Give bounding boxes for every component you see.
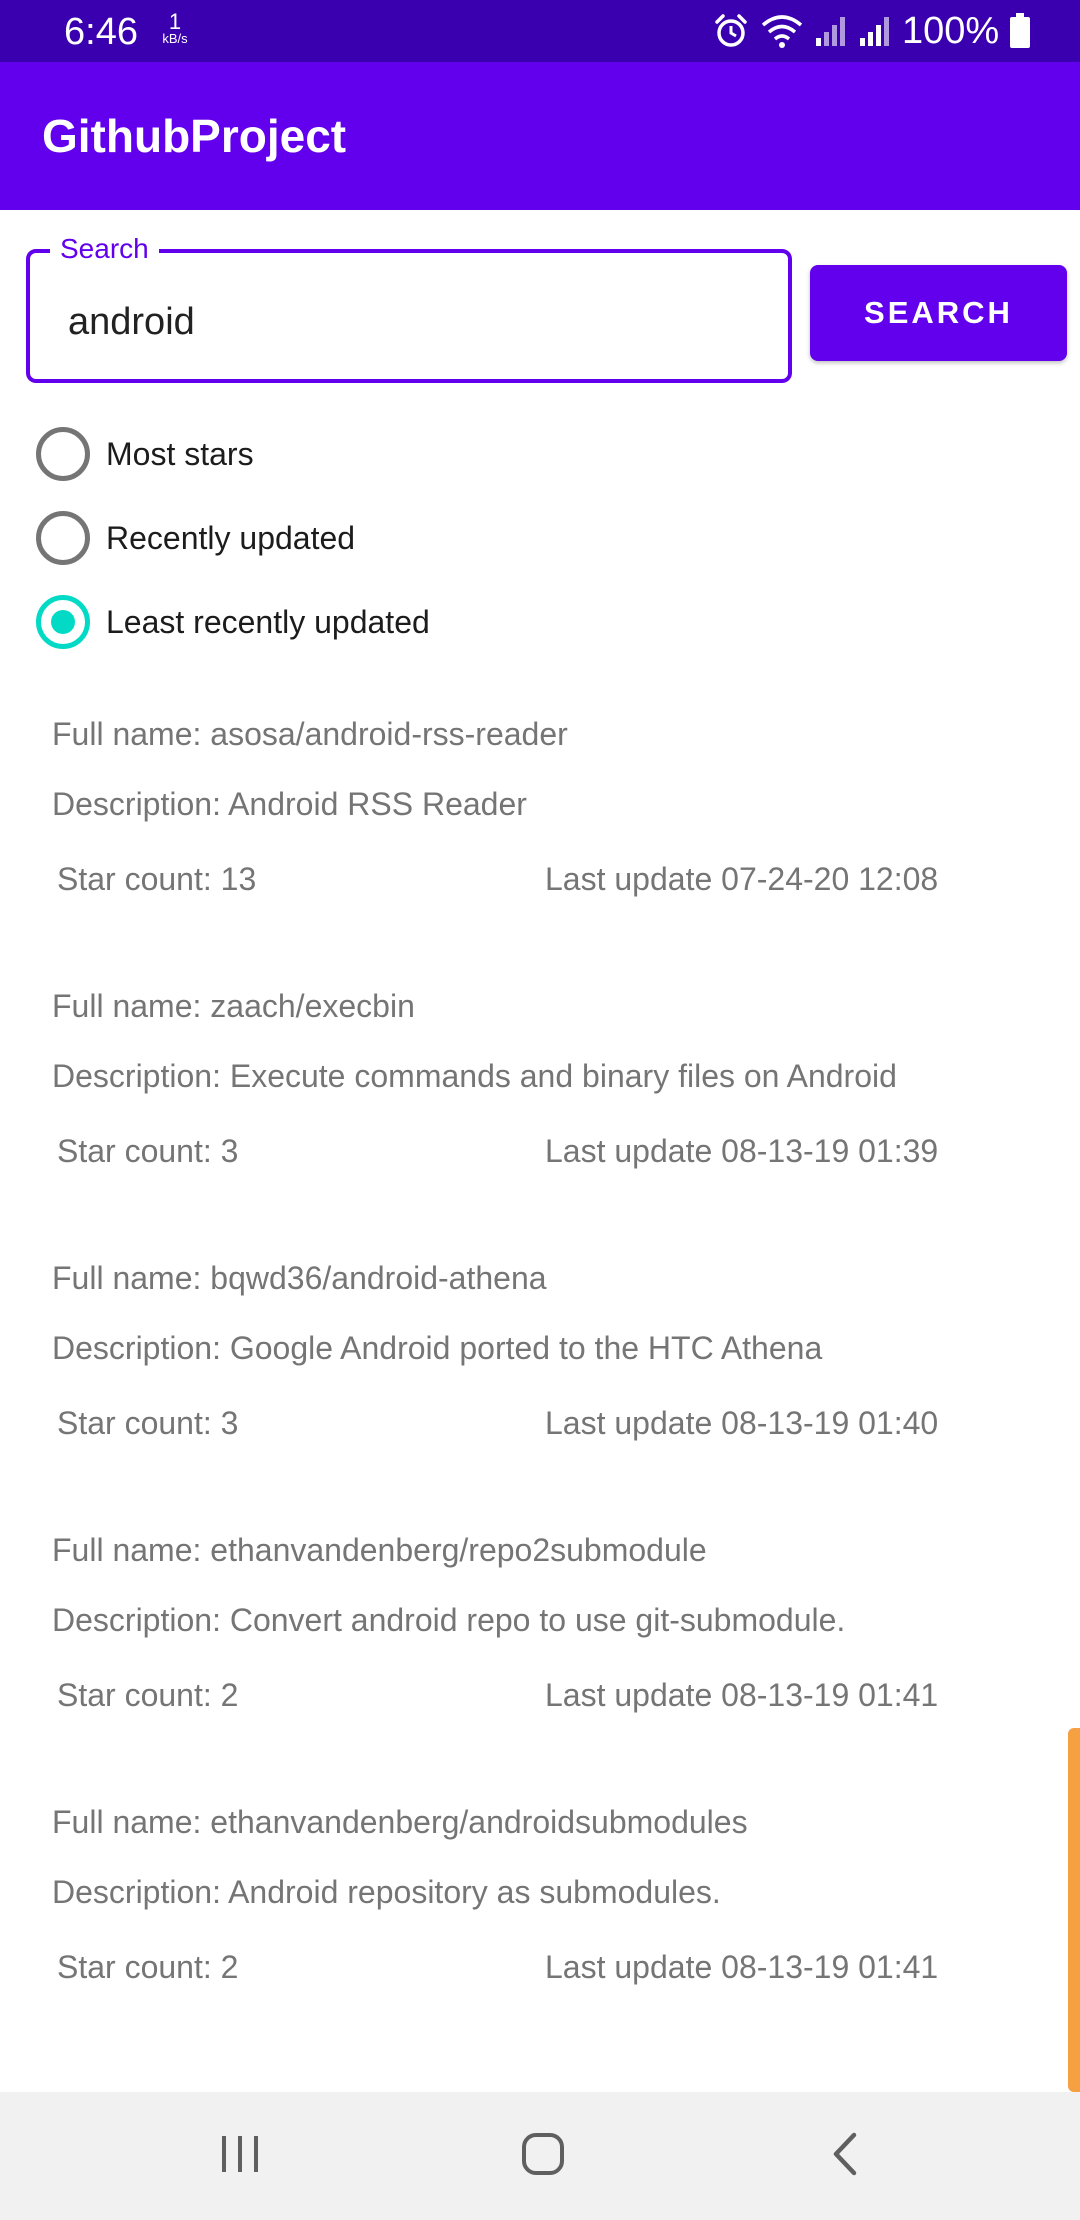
network-speed-unit: kB/s: [162, 31, 188, 46]
radio-unchecked-icon[interactable]: [36, 511, 90, 565]
signal-icon: [858, 14, 892, 48]
search-button[interactable]: SEARCH: [810, 265, 1067, 361]
status-time: 6:46: [64, 11, 138, 53]
repo-description: Description: Google Android ported to th…: [52, 1330, 823, 1366]
radio-recently-updated[interactable]: Recently updated: [36, 508, 355, 568]
network-speed-value: 1: [168, 9, 182, 34]
repo-last-update: Last update 08-13-19 01:41: [545, 1949, 939, 1985]
app-bar: GithubProject: [0, 62, 1080, 210]
status-bar: 6:46 1 kB/s 100%: [0, 0, 1080, 62]
back-button[interactable]: [805, 2116, 885, 2196]
search-input[interactable]: [68, 297, 748, 347]
radio-label: Recently updated: [106, 519, 356, 556]
radio-most-stars[interactable]: Most stars: [36, 424, 254, 484]
search-field[interactable]: Search: [26, 231, 792, 383]
radio-label: Most stars: [106, 435, 254, 472]
recents-button[interactable]: [200, 2116, 280, 2196]
navigation-bar: [0, 2092, 1080, 2220]
repo-full-name: Full name: ethanvandenberg/androidsubmod…: [52, 1804, 748, 1840]
app-title: GithubProject: [42, 110, 347, 162]
radio-label: Least recently updated: [106, 603, 430, 640]
repo-star-count: Star count: 2: [57, 1677, 239, 1713]
radio-unchecked-icon[interactable]: [36, 427, 90, 481]
radio-dot: [51, 610, 75, 634]
network-speed: 1 kB/s: [155, 9, 195, 46]
wifi-icon: [760, 13, 804, 49]
back-icon: [830, 2131, 860, 2182]
repo-last-update: Last update 08-13-19 01:39: [545, 1133, 939, 1169]
repo-last-update: Last update 07-24-20 12:08: [545, 861, 939, 897]
repo-star-count: Star count: 2: [57, 1949, 239, 1985]
battery-percent: 100%: [902, 10, 1000, 52]
radio-checked-icon[interactable]: [36, 595, 90, 649]
repo-description: Description: Execute commands and binary…: [52, 1058, 897, 1094]
home-button[interactable]: [503, 2116, 583, 2196]
repo-full-name: Full name: bqwd36/android-athena: [52, 1260, 547, 1296]
repo-last-update: Last update 08-13-19 01:40: [545, 1405, 939, 1441]
repo-description: Description: Android RSS Reader: [52, 786, 527, 822]
radio-least-recently-updated[interactable]: Least recently updated: [36, 592, 430, 652]
alarm-icon: [712, 12, 750, 50]
repo-star-count: Star count: 3: [57, 1133, 239, 1169]
list-item[interactable]: Full name: bqwd36/android-athena Descrip…: [52, 1258, 1012, 1488]
list-item[interactable]: Full name: ethanvandenberg/androidsubmod…: [52, 1802, 1012, 2032]
list-item[interactable]: Full name: asosa/android-rss-reader Desc…: [52, 714, 1012, 944]
repo-description: Description: Convert android repo to use…: [52, 1602, 846, 1638]
list-item[interactable]: Full name: ethanvandenberg/repo2submodul…: [52, 1530, 1012, 1760]
status-icons: 100%: [712, 10, 1031, 52]
battery-icon: [1009, 13, 1031, 49]
repo-full-name: Full name: ethanvandenberg/repo2submodul…: [52, 1532, 707, 1568]
signal-icon: [814, 14, 848, 48]
search-label: Search: [50, 231, 159, 267]
repo-full-name: Full name: asosa/android-rss-reader: [52, 716, 568, 752]
recents-icon: [218, 2134, 262, 2179]
scrollbar-thumb[interactable]: [1068, 1728, 1080, 2092]
repo-star-count: Star count: 3: [57, 1405, 239, 1441]
repo-full-name: Full name: zaach/execbin: [52, 988, 415, 1024]
repo-star-count: Star count: 13: [57, 861, 257, 897]
home-icon: [520, 2131, 566, 2182]
list-item[interactable]: Full name: zaach/execbin Description: Ex…: [52, 986, 1012, 1216]
repo-description: Description: Android repository as submo…: [52, 1874, 721, 1910]
repo-last-update: Last update 08-13-19 01:41: [545, 1677, 939, 1713]
